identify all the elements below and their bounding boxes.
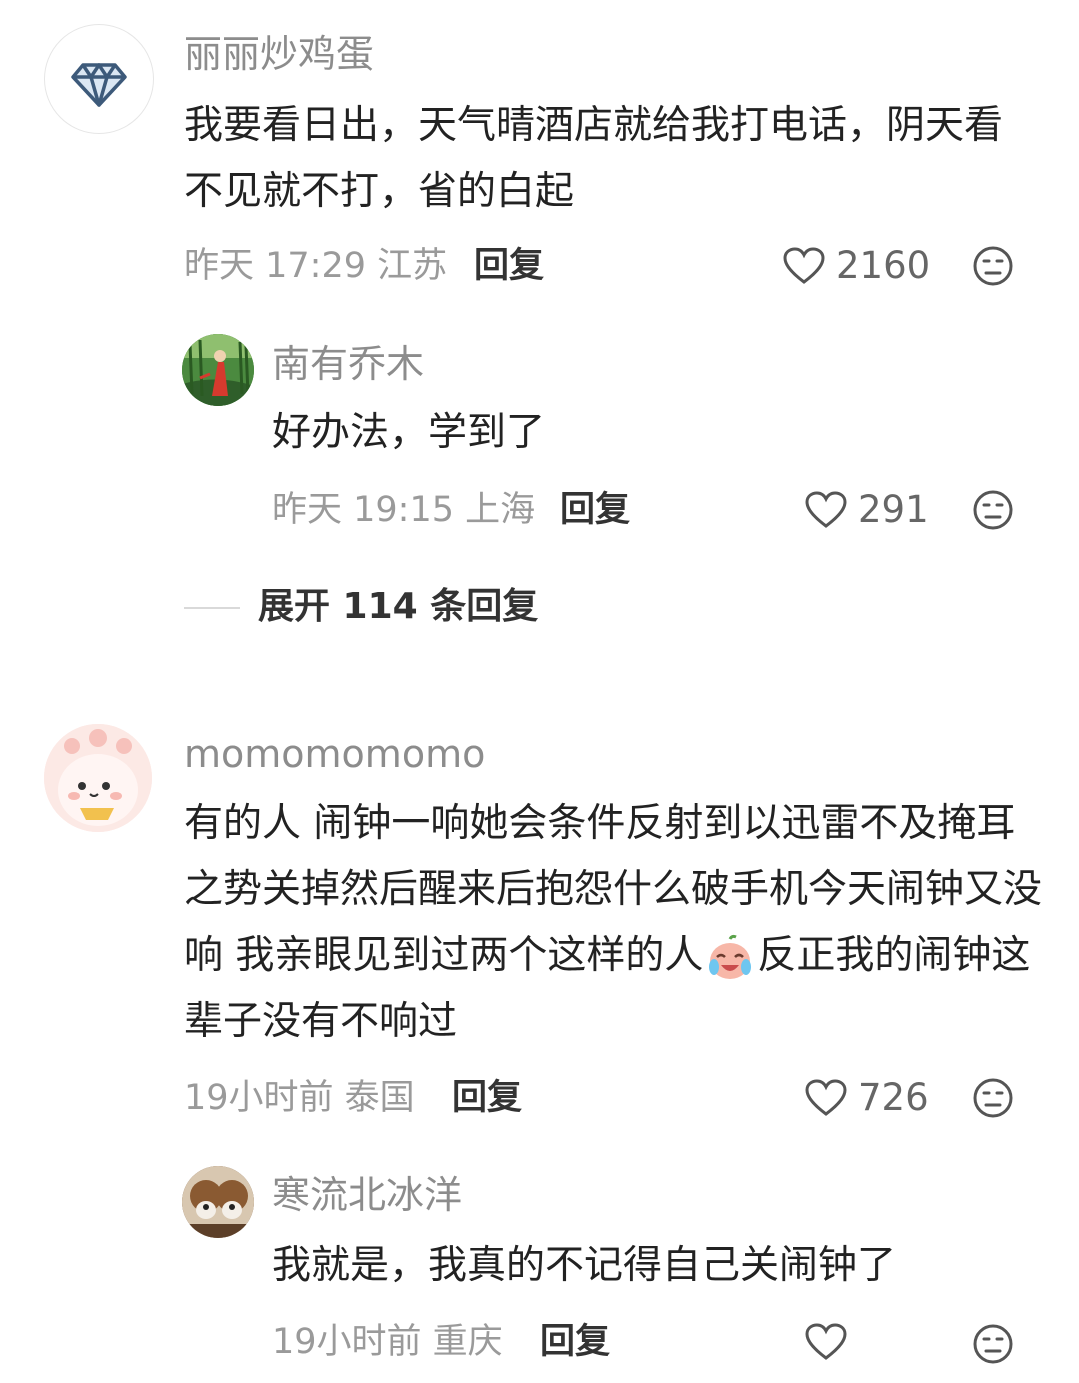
dislike-face-button[interactable] xyxy=(972,1077,1014,1123)
reply-time-location: 昨天 19:15 上海 xyxy=(272,490,536,530)
like-button[interactable]: 726 xyxy=(804,1076,929,1120)
like-button[interactable]: 291 xyxy=(804,488,929,532)
dislike-face-button[interactable] xyxy=(972,489,1014,535)
username[interactable]: 寒流北冰洋 xyxy=(272,1173,462,1217)
comment-time-location: 19小时前 泰国 xyxy=(184,1078,415,1118)
dislike-face-button[interactable] xyxy=(972,1323,1014,1369)
reply-time-location: 19小时前 重庆 xyxy=(272,1322,503,1362)
meh-face-icon xyxy=(973,246,1013,286)
avatar-replier[interactable] xyxy=(182,1166,254,1238)
cartoon-avatar-image xyxy=(44,724,152,832)
reply-text: 我就是，我真的不记得自己关闹钟了 xyxy=(272,1243,897,1288)
reply-button[interactable]: 回复 xyxy=(560,488,630,532)
like-count: 726 xyxy=(858,1076,929,1119)
expand-divider xyxy=(184,607,240,609)
expand-replies-button[interactable]: 展开 114 条回复 xyxy=(258,585,538,629)
avatar-image xyxy=(182,1166,254,1238)
avatar-replier[interactable] xyxy=(182,334,254,406)
like-button[interactable]: 2160 xyxy=(782,244,930,288)
diamond-icon xyxy=(71,63,127,107)
reply-button[interactable]: 回复 xyxy=(474,244,544,288)
meh-face-icon xyxy=(973,1078,1013,1118)
reply-button[interactable]: 回复 xyxy=(452,1076,522,1120)
avatar-commenter-1[interactable] xyxy=(44,24,154,134)
avatar-image xyxy=(182,334,254,406)
heart-icon xyxy=(805,1079,847,1116)
like-count: 2160 xyxy=(836,244,931,287)
like-button[interactable] xyxy=(804,1322,848,1362)
username[interactable]: 南有乔木 xyxy=(272,342,424,386)
username[interactable]: 丽丽炒鸡蛋 xyxy=(184,32,374,76)
heart-icon xyxy=(805,491,847,528)
comment-text: 我要看日出，天气晴酒店就给我打电话，阴天看不见就不打，省的白起 xyxy=(184,103,1004,214)
like-count: 291 xyxy=(858,488,929,531)
crying-laughing-emoji-icon xyxy=(709,934,752,979)
reply-button[interactable]: 回复 xyxy=(540,1320,610,1364)
heart-icon xyxy=(805,1323,847,1360)
heart-icon xyxy=(783,247,825,284)
comment-time-location: 昨天 17:29 江苏 xyxy=(184,246,448,286)
meh-face-icon xyxy=(973,1324,1013,1364)
username[interactable]: momomomomo xyxy=(184,732,485,776)
reply-text: 好办法，学到了 xyxy=(272,410,546,455)
avatar-commenter-2[interactable] xyxy=(44,724,152,832)
dislike-face-button[interactable] xyxy=(972,245,1014,291)
meh-face-icon xyxy=(973,490,1013,530)
comment-text: 有的人 闹钟一响她会条件反射到以迅雷不及掩耳之势关掉然后醒来后抱怨什么破手机今天… xyxy=(184,791,1044,1055)
